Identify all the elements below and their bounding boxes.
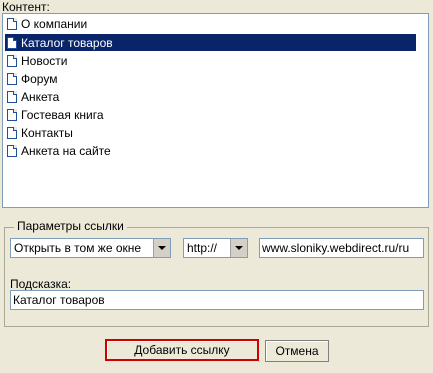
document-icon	[7, 36, 17, 49]
content-label: Контент:	[2, 0, 50, 14]
protocol-value: http://	[187, 241, 218, 255]
list-item-label: Контакты	[21, 125, 73, 140]
list-item-gostevaya-kniga[interactable]: Гостевая книга	[5, 106, 416, 123]
link-params-title: Параметры ссылки	[14, 219, 127, 233]
hint-input[interactable]: Каталог товаров	[10, 290, 424, 310]
url-input[interactable]: www.sloniky.webdirect.ru/ru	[259, 238, 424, 258]
list-item-label: Каталог товаров	[21, 35, 113, 50]
document-icon	[7, 108, 17, 121]
target-window-select[interactable]: Открыть в том же окне	[10, 238, 171, 258]
list-item-o-kompanii[interactable]: О компании	[5, 15, 416, 32]
list-item-novosti[interactable]: Новости	[5, 52, 416, 69]
protocol-select[interactable]: http://	[183, 238, 248, 258]
hint-label: Подсказка:	[10, 277, 72, 291]
content-listbox[interactable]: О компании Каталог товаров Новости Форум…	[2, 13, 429, 208]
list-item-label: Гостевая книга	[21, 107, 104, 122]
document-icon	[7, 126, 17, 139]
add-link-button[interactable]: Добавить ссылку	[105, 339, 259, 361]
list-item-anketa-na-saite[interactable]: Анкета на сайте	[5, 142, 416, 159]
list-item-label: Анкета	[21, 89, 60, 104]
document-icon	[7, 17, 17, 30]
document-icon	[7, 54, 17, 67]
list-item-katalog-tovarov[interactable]: Каталог товаров	[5, 34, 416, 51]
list-item-forum[interactable]: Форум	[5, 70, 416, 87]
list-item-label: Форум	[21, 71, 58, 86]
list-item-label: Анкета на сайте	[21, 143, 111, 158]
list-item-label: Новости	[21, 53, 68, 68]
cancel-button[interactable]: Отмена	[265, 340, 329, 362]
document-icon	[7, 90, 17, 103]
target-window-value: Открыть в том же окне	[14, 241, 142, 255]
list-item-kontakty[interactable]: Контакты	[5, 124, 416, 141]
list-item-label: О компании	[21, 16, 88, 31]
chevron-down-icon[interactable]	[230, 239, 247, 257]
list-item-anketa[interactable]: Анкета	[5, 88, 416, 105]
document-icon	[7, 72, 17, 85]
document-icon	[7, 144, 17, 157]
chevron-down-icon[interactable]	[153, 239, 170, 257]
